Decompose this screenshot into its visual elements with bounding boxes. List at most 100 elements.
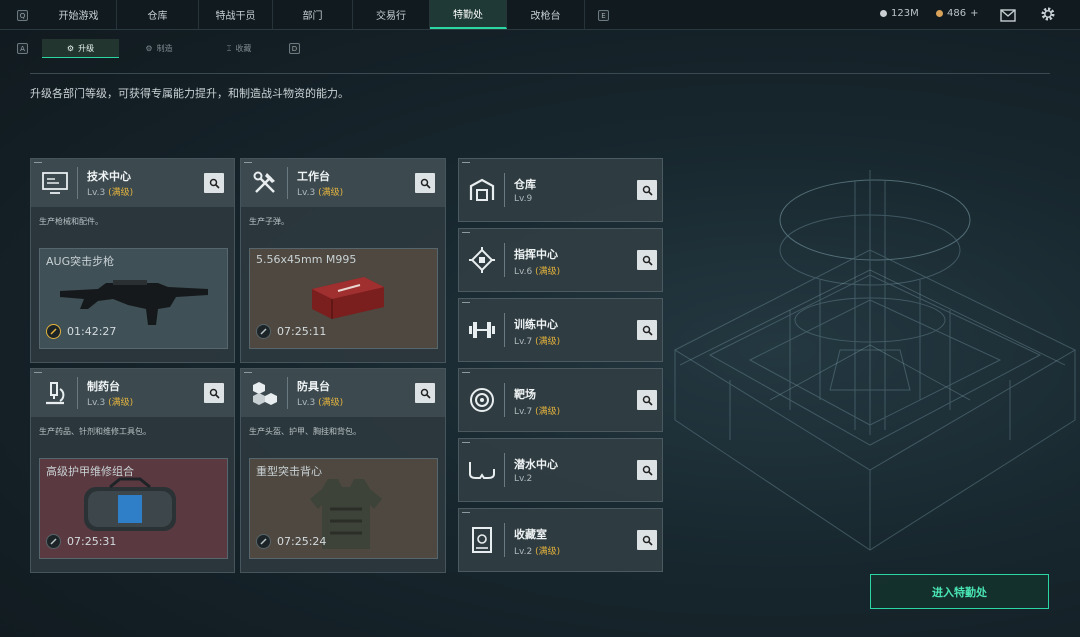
- card-header: 技术中心 Lv.3 (满级): [31, 159, 234, 207]
- search-icon[interactable]: [637, 530, 657, 550]
- subtab-collection-label: 收藏: [235, 44, 252, 53]
- crafting-slot[interactable]: 5.56x45mm M995 07:25:11: [249, 248, 438, 349]
- tab-trading[interactable]: 交易行: [353, 0, 430, 29]
- card-title: 潜水中心: [514, 458, 558, 471]
- repair-kit-bag-image: [84, 477, 176, 531]
- header-separator: [287, 167, 288, 199]
- subnav-next-key[interactable]: D: [289, 43, 300, 54]
- ammo-box-image: [312, 277, 384, 319]
- subtab-craft-label: 制造: [156, 44, 173, 53]
- coin-value: 486: [947, 8, 967, 19]
- crafting-timer: 01:42:27: [46, 324, 116, 339]
- facility-card-training-center[interactable]: 训练中心 Lv.7 (满级): [458, 298, 663, 362]
- card-level: Lv.2 (满级): [514, 547, 561, 557]
- search-icon[interactable]: [637, 320, 657, 340]
- tab-start-game[interactable]: 开始游戏: [41, 0, 117, 29]
- dumbbell-icon: [467, 315, 497, 345]
- card-description: 生产枪械和配件。: [39, 217, 103, 226]
- crafting-timer: 07:25:11: [256, 324, 326, 339]
- tab-gunsmith[interactable]: 改枪台: [507, 0, 585, 29]
- diving-mask-icon: [467, 455, 497, 485]
- search-icon[interactable]: [204, 173, 224, 193]
- timer-icon: [256, 534, 271, 549]
- tab-special-ops[interactable]: 特勤处: [430, 0, 507, 29]
- nav-prev-key[interactable]: Q: [17, 10, 28, 21]
- subtab-upgrade[interactable]: ⚙ 升级: [42, 39, 119, 58]
- card-level: Lv.3 (满级): [297, 188, 344, 198]
- card-title: 制药台: [87, 380, 120, 393]
- upgrade-icon: ⚙: [66, 43, 75, 53]
- facility-card-tech-center[interactable]: 技术中心 Lv.3 (满级) 生产枪械和配件。 AUG突击步枪 01:42:27: [30, 158, 235, 363]
- facility-card-command-center[interactable]: 指挥中心 Lv.6 (满级): [458, 228, 663, 292]
- facility-card-collection-room[interactable]: 收藏室 Lv.2 (满级): [458, 508, 663, 572]
- crafting-slot[interactable]: 重型突击背心 07:25:24: [249, 458, 438, 559]
- hammer-wrench-icon: [249, 167, 281, 199]
- header-separator: [287, 377, 288, 409]
- card-header: 制药台 Lv.3 (满级): [31, 369, 234, 417]
- crafting-slot[interactable]: 高级护甲维修组合 07:25:31: [39, 458, 228, 559]
- header-separator: [77, 377, 78, 409]
- subtab-collection[interactable]: ⌶ 收藏: [199, 39, 279, 58]
- card-level: Lv.3 (满级): [87, 188, 134, 198]
- card-level: Lv.7 (满级): [514, 337, 561, 347]
- facility-card-shooting-range[interactable]: 靶场 Lv.7 (满级): [458, 368, 663, 432]
- corner-tick: [462, 232, 470, 233]
- currency-value: 123M: [891, 8, 919, 19]
- card-description: 生产药品、针剂和维修工具包。: [39, 427, 151, 436]
- card-level: Lv.3 (满级): [297, 398, 344, 408]
- crafting-timer: 07:25:24: [256, 534, 326, 549]
- currency-display: 123M: [880, 8, 919, 19]
- card-separator: [504, 453, 505, 487]
- page-description: 升级各部门等级，可获得专属能力提升，和制造战斗物资的能力。: [30, 87, 349, 100]
- card-title: 指挥中心: [514, 248, 558, 261]
- card-title: 技术中心: [87, 170, 131, 183]
- coin-display[interactable]: 486 +: [936, 8, 978, 19]
- facility-card-workbench[interactable]: 工作台 Lv.3 (满级) 生产子弹。 5.56x45mm M995 07:25…: [240, 158, 446, 363]
- search-icon[interactable]: [204, 383, 224, 403]
- subtab-craft[interactable]: ⚙ 制造: [121, 39, 197, 58]
- card-title: 靶场: [514, 388, 536, 401]
- settings-gear-icon[interactable]: [1040, 6, 1056, 26]
- timer-icon: [46, 534, 61, 549]
- corner-tick: [462, 442, 470, 443]
- facility-card-diving-center[interactable]: 潜水中心 Lv.2: [458, 438, 663, 502]
- card-description: 生产子弹。: [249, 217, 289, 226]
- mail-icon[interactable]: [1000, 7, 1016, 26]
- crafting-slot[interactable]: AUG突击步枪 01:42:27: [39, 248, 228, 349]
- search-icon[interactable]: [637, 390, 657, 410]
- craft-icon: ⚙: [145, 44, 153, 53]
- nav-next-key[interactable]: E: [598, 10, 609, 21]
- facility-card-armor-bench[interactable]: 防具台 Lv.3 (满级) 生产头盔、护甲、胸挂和背包。 重型突击背心 07:2…: [240, 368, 446, 573]
- enter-special-ops-button[interactable]: 进入特勤处: [870, 574, 1049, 609]
- card-title: 训练中心: [514, 318, 558, 331]
- search-icon[interactable]: [637, 180, 657, 200]
- coin-add-button[interactable]: +: [970, 8, 978, 19]
- tab-operators[interactable]: 特战干员: [199, 0, 273, 29]
- facility-card-pharmacy[interactable]: 制药台 Lv.3 (满级) 生产药品、针剂和维修工具包。 高级护甲维修组合 07…: [30, 368, 235, 573]
- corner-tick: [244, 162, 252, 163]
- corner-tick: [462, 372, 470, 373]
- corner-tick: [462, 162, 470, 163]
- search-icon[interactable]: [637, 250, 657, 270]
- card-separator: [504, 243, 505, 277]
- corner-tick: [34, 372, 42, 373]
- card-title: 仓库: [514, 178, 536, 191]
- card-title: 工作台: [297, 170, 330, 183]
- warehouse-icon: [467, 175, 497, 205]
- search-icon[interactable]: [415, 383, 435, 403]
- card-description: 生产头盔、护甲、胸挂和背包。: [249, 427, 361, 436]
- tab-department[interactable]: 部门: [273, 0, 353, 29]
- subnav-prev-key[interactable]: A: [17, 43, 28, 54]
- facility-card-warehouse[interactable]: 仓库 Lv.9: [458, 158, 663, 222]
- search-icon[interactable]: [415, 173, 435, 193]
- timer-icon: [256, 324, 271, 339]
- search-icon[interactable]: [637, 460, 657, 480]
- currency-icon: [880, 10, 887, 17]
- boxes-icon: [249, 377, 281, 409]
- tab-warehouse[interactable]: 仓库: [117, 0, 199, 29]
- corner-tick: [34, 162, 42, 163]
- card-separator: [504, 313, 505, 347]
- timer-value: 01:42:27: [67, 325, 117, 338]
- card-header: 工作台 Lv.3 (满级): [241, 159, 445, 207]
- card-level: Lv.7 (满级): [514, 407, 561, 417]
